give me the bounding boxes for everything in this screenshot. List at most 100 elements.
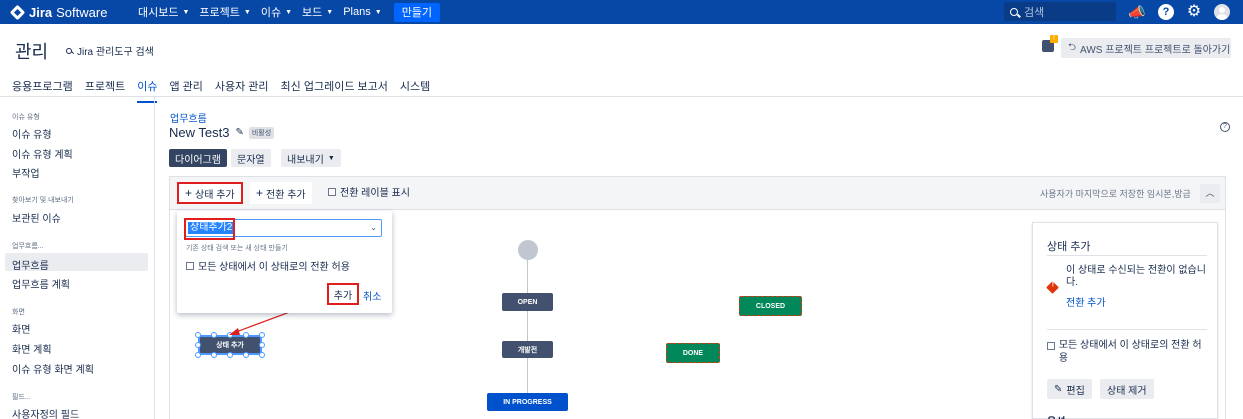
- sidebar-item-workflow-schemes[interactable]: 업무흐름 계획: [12, 276, 70, 291]
- help-icon[interactable]: ?: [1220, 122, 1230, 132]
- logo-suffix: Software: [56, 4, 108, 20]
- return-to-project-button[interactable]: ⮌ AWS 프로젝트 프로젝트로 돌아가기: [1061, 38, 1231, 58]
- notification-icon[interactable]: [1042, 35, 1058, 52]
- diagram-toolbar: + 상태 추가 + 전환 추가 전환 레이블 표시 사용자가 마지막으로 저장한…: [169, 176, 1226, 210]
- sidebar-item-issue-type-schemes[interactable]: 이슈 유형 계획: [12, 146, 73, 161]
- sidebar-group-fields: 필드...: [12, 394, 31, 401]
- nav-issues[interactable]: 이슈 ▼: [261, 4, 292, 20]
- megaphone-icon[interactable]: 📣: [1128, 4, 1145, 20]
- view-toggle: 다이어그램 문자열: [169, 149, 275, 167]
- nav-boards[interactable]: 보드 ▼: [302, 4, 333, 20]
- status-node-in-progress[interactable]: IN PROGRESS: [487, 393, 568, 411]
- admin-search-link[interactable]: Jira 관리도구 검색: [66, 43, 154, 58]
- sidebar-group-screens: 화면: [12, 309, 25, 316]
- add-transition-link[interactable]: 전환 추가: [1066, 294, 1106, 309]
- avatar[interactable]: [1214, 4, 1230, 20]
- remove-status-button[interactable]: 상태 제거: [1100, 379, 1154, 399]
- sidebar-item-archived-issues[interactable]: 보관된 이슈: [12, 210, 61, 225]
- add-transition-button[interactable]: + 전환 추가: [250, 182, 312, 204]
- return-label: AWS 프로젝트 프로젝트로 돌아가기: [1080, 44, 1231, 56]
- divider: [1047, 255, 1207, 256]
- panel-section-label: 옵션: [1047, 413, 1065, 419]
- add-status-label: 상태 추가: [195, 189, 235, 201]
- checkbox-label: 모든 상태에서 이 상태로의 전환 허용: [198, 262, 350, 273]
- nav-plans[interactable]: Plans ▼: [343, 6, 381, 18]
- status-node-closed[interactable]: CLOSED: [739, 296, 802, 316]
- start-node[interactable]: [518, 240, 538, 260]
- help-icon[interactable]: ?: [1158, 4, 1174, 20]
- status-node-dev[interactable]: 개발전: [502, 341, 553, 358]
- admin-sidebar: 이슈 유형 이슈 유형 이슈 유형 계획 부작업 찾아보기 및 내보내기 보관된…: [0, 97, 155, 419]
- tab-upgrade-report[interactable]: 최신 업그레이드 보고서: [281, 78, 388, 103]
- text-view-button[interactable]: 문자열: [231, 149, 271, 167]
- sidebar-item-screens[interactable]: 화면: [12, 321, 30, 336]
- status-select-hint: 기존 상태 검색 또는 새 상태 만들기: [186, 245, 288, 252]
- sidebar-item-subtasks[interactable]: 부작업: [12, 165, 40, 180]
- plus-icon: +: [256, 186, 264, 200]
- nav-projects[interactable]: 프로젝트 ▼: [199, 4, 250, 20]
- show-transition-labels-checkbox[interactable]: 전환 레이블 표시: [328, 184, 410, 199]
- search-icon: [66, 47, 72, 54]
- plus-icon: +: [185, 186, 193, 200]
- sidebar-group-browse-export: 찾아보기 및 내보내기: [12, 197, 74, 204]
- page-title: 관리: [15, 42, 49, 62]
- chevron-down-icon: ▼: [326, 8, 334, 16]
- nav-label: 보드: [302, 7, 323, 19]
- chevron-down-icon: ▼: [374, 8, 382, 16]
- nav-label: Plans: [343, 6, 371, 18]
- tab-divider: [0, 96, 1243, 97]
- tab-system[interactable]: 시스템: [400, 78, 430, 103]
- allow-all-checkbox[interactable]: 모든 상태에서 이 상태로의 전환 허용: [1047, 339, 1207, 365]
- diagram-view-button[interactable]: 다이어그램: [169, 149, 227, 167]
- chevron-down-icon: ▼: [243, 8, 251, 16]
- pencil-icon[interactable]: ✎: [235, 127, 243, 138]
- warning-icon: [1046, 281, 1059, 294]
- status-node-new[interactable]: 상태 추가: [198, 335, 262, 355]
- collapse-icon[interactable]: ︿: [1200, 184, 1220, 203]
- status-properties-panel: 상태 추가 이 상태로 수신되는 전환이 없습니다. 전환 추가 모든 상태에서…: [1032, 222, 1218, 419]
- sidebar-item-custom-fields[interactable]: 사용자정의 필드: [12, 406, 79, 419]
- add-button[interactable]: 추가: [327, 283, 359, 305]
- search-placeholder: 검색: [1024, 6, 1045, 19]
- chevron-down-icon: ▼: [285, 8, 293, 16]
- cancel-link[interactable]: 취소: [363, 288, 381, 303]
- saved-note: 사용자가 마지막으로 저장한 임시본,방금: [1040, 189, 1191, 199]
- nav-label: 이슈: [260, 7, 282, 19]
- nav-label: 프로젝트: [199, 7, 240, 19]
- breadcrumb[interactable]: 업무흐름: [170, 110, 207, 125]
- export-button[interactable]: 내보내기 ▼: [281, 149, 341, 167]
- transition-line: [527, 311, 528, 341]
- workflow-title: New Test3 ✎ 비활성: [169, 125, 275, 140]
- global-search-input[interactable]: 검색: [1004, 2, 1116, 21]
- pencil-icon: ✎: [1054, 383, 1063, 395]
- tab-apps[interactable]: 앱 관리: [169, 78, 202, 103]
- edit-button[interactable]: ✎ 편집: [1047, 379, 1092, 399]
- sidebar-item-workflows[interactable]: 업무흐름: [12, 257, 49, 272]
- logo-prefix: Jira: [29, 4, 53, 20]
- divider: [1047, 329, 1207, 330]
- sidebar-item-screen-schemes[interactable]: 화면 계획: [12, 341, 52, 356]
- sidebar-item-issue-type-screen-schemes[interactable]: 이슈 유형 화면 계획: [12, 361, 94, 376]
- sidebar-item-issue-types[interactable]: 이슈 유형: [12, 126, 52, 141]
- tab-user-management[interactable]: 사용자 관리: [215, 78, 269, 103]
- nav-dashboards[interactable]: 대시보드 ▼: [138, 4, 189, 20]
- chevron-down-icon: ▼: [327, 154, 335, 162]
- chevron-down-icon[interactable]: ⌄: [370, 223, 377, 232]
- checkbox[interactable]: [186, 261, 194, 270]
- allow-all-checkbox[interactable]: 모든 상태에서 이 상태로의 전환 허용: [186, 258, 350, 273]
- admin-search-label: Jira 관리도구 검색: [77, 47, 154, 58]
- chevron-down-icon: ▼: [182, 8, 190, 16]
- back-arrow-icon: ⮌: [1068, 41, 1077, 53]
- sidebar-group-issue-types: 이슈 유형: [12, 114, 40, 121]
- checkbox[interactable]: [1047, 342, 1055, 350]
- checkbox[interactable]: [328, 187, 336, 196]
- no-incoming-message: 이 상태로 수신되는 전환이 없습니다.: [1066, 265, 1206, 288]
- nav-label: 대시보드: [138, 7, 179, 19]
- create-button[interactable]: 만들기: [393, 2, 441, 22]
- add-status-button[interactable]: + 상태 추가: [177, 182, 243, 204]
- gear-icon[interactable]: ⚙: [1186, 4, 1202, 20]
- jira-logo[interactable]: Jira Software: [9, 4, 138, 20]
- status-node-open[interactable]: OPEN: [502, 293, 553, 311]
- status-node-done[interactable]: DONE: [666, 343, 720, 363]
- export-label: 내보내기: [287, 154, 324, 166]
